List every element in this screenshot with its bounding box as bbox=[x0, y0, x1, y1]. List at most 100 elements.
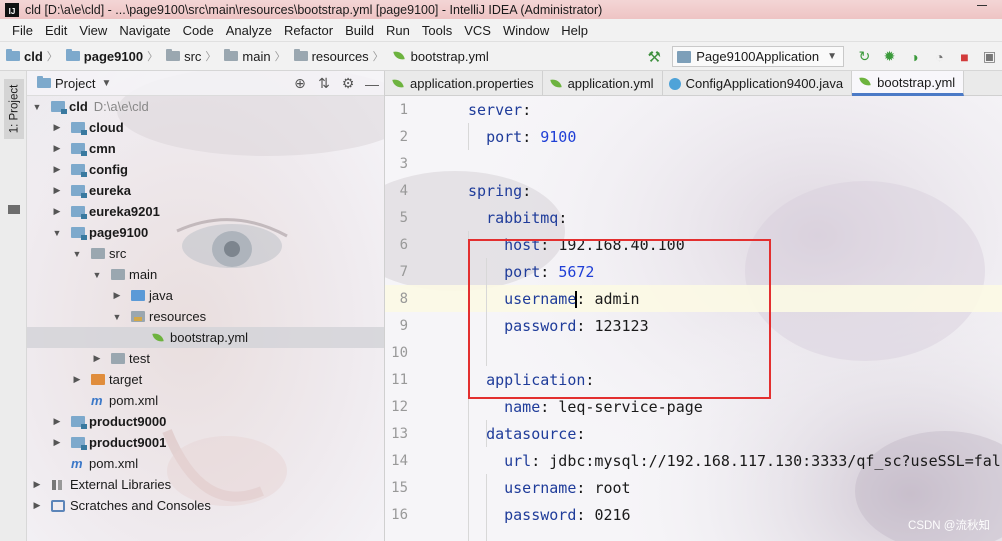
menu-build[interactable]: Build bbox=[339, 23, 380, 38]
editor-tab[interactable]: bootstrap.yml bbox=[852, 71, 965, 96]
hide-panel-icon[interactable]: — bbox=[360, 76, 384, 92]
menu-tools[interactable]: Tools bbox=[416, 23, 458, 38]
gear-icon[interactable]: ⚙ bbox=[336, 75, 360, 92]
sdk-icon[interactable]: ▣ bbox=[977, 47, 1002, 67]
breadcrumb-item[interactable]: bootstrap.yml bbox=[386, 49, 491, 64]
chevron-right-icon[interactable]: ▶ bbox=[31, 500, 43, 511]
chevron-right-icon[interactable]: ▶ bbox=[51, 185, 63, 196]
breadcrumb-label: cld bbox=[24, 48, 43, 64]
chevron-down-icon[interactable]: ▼ bbox=[111, 312, 123, 322]
tree-item[interactable]: ▼ resources bbox=[27, 306, 384, 327]
breadcrumb-item[interactable]: main 〉 bbox=[218, 48, 287, 64]
tree-item[interactable]: ▶mpom.xml bbox=[27, 390, 384, 411]
menu-analyze[interactable]: Analyze bbox=[220, 23, 278, 38]
yaml-separator: : bbox=[540, 397, 559, 416]
breadcrumb-item[interactable]: src 〉 bbox=[160, 48, 218, 64]
line-text: spring: bbox=[468, 182, 531, 200]
tree-item[interactable]: ▶ test bbox=[27, 348, 384, 369]
chevron-right-icon[interactable]: ▶ bbox=[51, 416, 63, 427]
tree-item[interactable]: ▶ cloud bbox=[27, 117, 384, 138]
project-tool-window-tab[interactable]: 1: Project bbox=[4, 79, 24, 139]
tree-item[interactable]: ▶ product9000 bbox=[27, 411, 384, 432]
chevron-down-icon[interactable]: ▼ bbox=[71, 249, 83, 259]
run-configuration-select[interactable]: Page9100Application ▼ bbox=[672, 46, 844, 67]
profile-icon[interactable]: ◔ bbox=[927, 47, 952, 67]
chevron-right-icon[interactable]: ▶ bbox=[111, 290, 123, 301]
tree-item-label: cld bbox=[69, 99, 88, 114]
tree-item-label: eureka9201 bbox=[89, 204, 160, 219]
yaml-value: jdbc:mysql://192.168.117.130:3333/qf_sc?… bbox=[549, 451, 1002, 470]
debug-icon[interactable]: ✹ bbox=[877, 47, 902, 67]
project-panel-title: Project bbox=[55, 75, 96, 91]
chevron-down-icon[interactable]: ▼ bbox=[91, 270, 103, 280]
stop-icon[interactable]: ■ bbox=[952, 47, 977, 67]
menu-window[interactable]: Window bbox=[497, 23, 555, 38]
menu-help[interactable]: Help bbox=[555, 23, 594, 38]
tree-item[interactable]: ▶ target bbox=[27, 369, 384, 390]
editor-tab[interactable]: application.properties bbox=[385, 71, 543, 96]
menu-bar: File Edit View Navigate Code Analyze Refactor B… bbox=[0, 19, 1002, 42]
menu-navigate[interactable]: Navigate bbox=[113, 23, 176, 38]
menu-edit[interactable]: Edit bbox=[39, 23, 73, 38]
line-number: 13 bbox=[391, 425, 408, 442]
menu-view[interactable]: View bbox=[73, 23, 113, 38]
rerun-icon[interactable]: ↻ bbox=[852, 47, 877, 67]
locate-file-icon[interactable]: ⊕ bbox=[288, 75, 312, 92]
tree-item-label: java bbox=[149, 288, 173, 303]
menu-refactor[interactable]: Refactor bbox=[278, 23, 339, 38]
chevron-right-icon: 〉 bbox=[46, 51, 58, 63]
project-view-select[interactable]: Project ▼ bbox=[37, 76, 111, 91]
menu-code[interactable]: Code bbox=[177, 23, 220, 38]
coverage-icon[interactable]: ◑ bbox=[902, 47, 927, 67]
breadcrumb-item[interactable]: cld 〉 bbox=[0, 48, 60, 64]
breadcrumb-item[interactable]: page9100 〉 bbox=[60, 48, 160, 64]
chevron-right-icon[interactable]: ▶ bbox=[51, 437, 63, 448]
tree-item[interactable]: ▼ cld D:\a\e\cld bbox=[27, 96, 384, 117]
editor-tab[interactable]: ConfigApplication9400.java bbox=[663, 71, 853, 96]
line-number: 1 bbox=[399, 101, 408, 118]
structure-icon[interactable] bbox=[8, 205, 20, 214]
chevron-down-icon[interactable]: ▼ bbox=[31, 102, 43, 112]
code-line: 3 bbox=[385, 150, 1002, 177]
tree-item[interactable]: ▼ page9100 bbox=[27, 222, 384, 243]
tree-item[interactable]: ▶ cmn bbox=[27, 138, 384, 159]
tree-item[interactable]: ▼ main bbox=[27, 264, 384, 285]
yaml-separator: : bbox=[558, 208, 568, 227]
tree-item[interactable]: ▶ Scratches and Consoles bbox=[27, 495, 384, 516]
breadcrumb-label: resources bbox=[311, 48, 369, 64]
chevron-right-icon[interactable]: ▶ bbox=[51, 122, 63, 133]
yaml-key: datasource bbox=[486, 424, 577, 443]
menu-vcs[interactable]: VCS bbox=[458, 23, 497, 38]
maven-file-icon: m bbox=[71, 456, 83, 471]
tree-item[interactable]: ▶mpom.xml bbox=[27, 453, 384, 474]
yaml-value: root bbox=[594, 478, 631, 497]
menu-run[interactable]: Run bbox=[380, 23, 416, 38]
line-number: 3 bbox=[399, 155, 408, 172]
minimize-button[interactable] bbox=[964, 0, 1002, 11]
editor-tab[interactable]: application.yml bbox=[543, 71, 663, 96]
code-view[interactable]: 1 server: 2 port: 9100 3 4 spring: 5 rabbitmq:… bbox=[385, 96, 1002, 541]
build-icon[interactable]: ⚒ bbox=[644, 48, 664, 66]
tree-item[interactable]: ▶ eureka bbox=[27, 180, 384, 201]
tree-item[interactable]: ▶ config bbox=[27, 159, 384, 180]
tree-item[interactable]: ▶ product9001 bbox=[27, 432, 384, 453]
intellij-app-icon[interactable]: IJ bbox=[5, 2, 19, 17]
tree-item[interactable]: ▶ eureka9201 bbox=[27, 201, 384, 222]
chevron-down-icon: ▼ bbox=[827, 51, 837, 62]
breadcrumb-item[interactable]: resources 〉 bbox=[288, 48, 386, 64]
collapse-all-icon[interactable]: ⇅ bbox=[312, 75, 336, 92]
chevron-right-icon[interactable]: ▶ bbox=[71, 374, 83, 385]
tree-item[interactable]: ▶ java bbox=[27, 285, 384, 306]
chevron-right-icon[interactable]: ▶ bbox=[51, 143, 63, 154]
tree-item[interactable]: ▶bootstrap.yml bbox=[27, 327, 384, 348]
tree-item[interactable]: ▼ src bbox=[27, 243, 384, 264]
chevron-right-icon[interactable]: ▶ bbox=[31, 479, 43, 490]
chevron-down-icon[interactable]: ▼ bbox=[51, 228, 63, 238]
chevron-right-icon[interactable]: ▶ bbox=[51, 164, 63, 175]
menu-file[interactable]: File bbox=[6, 23, 39, 38]
tree-item[interactable]: ▶ External Libraries bbox=[27, 474, 384, 495]
chevron-right-icon[interactable]: ▶ bbox=[91, 353, 103, 364]
chevron-right-icon[interactable]: ▶ bbox=[51, 206, 63, 217]
module-folder-icon bbox=[71, 437, 87, 450]
